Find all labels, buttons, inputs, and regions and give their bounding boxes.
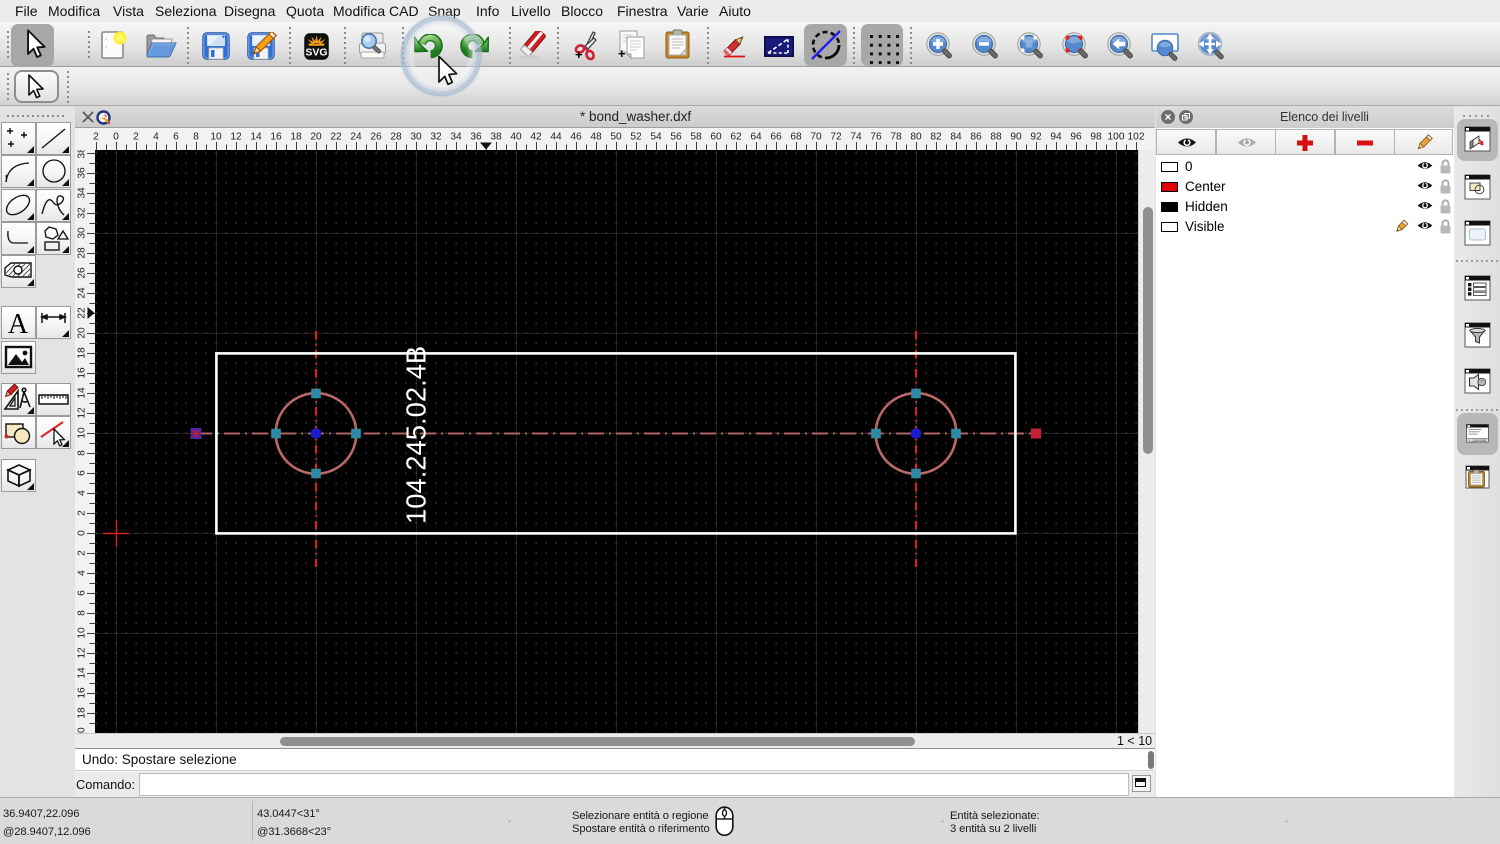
svg-text:2: 2 — [77, 510, 88, 516]
svg-text:32: 32 — [430, 132, 442, 143]
svg-text:56: 56 — [670, 132, 682, 143]
svg-text:84: 84 — [950, 132, 962, 143]
svg-text:2: 2 — [133, 132, 139, 143]
svg-text:24: 24 — [77, 287, 88, 299]
svg-text:16: 16 — [77, 367, 88, 379]
svg-text:26: 26 — [370, 132, 382, 143]
svg-text:22: 22 — [77, 307, 88, 319]
svg-text:30: 30 — [77, 227, 88, 239]
svg-text:30: 30 — [410, 132, 422, 143]
svg-text:34: 34 — [450, 132, 462, 143]
svg-text:100: 100 — [1108, 132, 1125, 143]
svg-text:90: 90 — [1010, 132, 1022, 143]
svg-text:72: 72 — [830, 132, 842, 143]
svg-text:24: 24 — [350, 132, 362, 143]
svg-text:16: 16 — [270, 132, 282, 143]
svg-text:38: 38 — [490, 132, 502, 143]
svg-text:70: 70 — [810, 132, 822, 143]
svg-text:6: 6 — [173, 132, 179, 143]
svg-text:22: 22 — [330, 132, 342, 143]
svg-text:32: 32 — [77, 207, 88, 219]
svg-text:12: 12 — [230, 132, 242, 143]
svg-text:28: 28 — [390, 132, 402, 143]
svg-text:8: 8 — [77, 610, 88, 616]
svg-text:4: 4 — [77, 490, 88, 496]
svg-text:18: 18 — [290, 132, 302, 143]
svg-text:SVG: SVG — [305, 47, 327, 59]
svg-text:36: 36 — [470, 132, 482, 143]
svg-text:54: 54 — [650, 132, 662, 143]
svg-text:98: 98 — [1090, 132, 1102, 143]
svg-text:40: 40 — [510, 132, 522, 143]
svg-text:60: 60 — [710, 132, 722, 143]
svg-text:46: 46 — [570, 132, 582, 143]
svg-text:64: 64 — [750, 132, 762, 143]
svg-text:14: 14 — [77, 667, 88, 679]
svg-text:88: 88 — [990, 132, 1002, 143]
svg-text:4: 4 — [153, 132, 159, 143]
svg-text:50: 50 — [610, 132, 622, 143]
svg-text:0: 0 — [77, 530, 88, 536]
svg-text:66: 66 — [770, 132, 782, 143]
svg-text:104.245.02.4B: 104.245.02.4B — [401, 346, 432, 524]
svg-text:26: 26 — [77, 267, 88, 279]
svg-text:52: 52 — [630, 132, 642, 143]
svg-text:80: 80 — [910, 132, 922, 143]
svg-text:12: 12 — [77, 647, 88, 659]
svg-text:+: + — [618, 46, 626, 61]
svg-text:92: 92 — [1030, 132, 1042, 143]
svg-text:36: 36 — [77, 167, 88, 179]
svg-text:86: 86 — [970, 132, 982, 143]
svg-text:58: 58 — [690, 132, 702, 143]
svg-text:44: 44 — [550, 132, 562, 143]
svg-text:28: 28 — [77, 247, 88, 259]
svg-text:2: 2 — [77, 550, 88, 556]
svg-text:12: 12 — [77, 407, 88, 419]
svg-text:82: 82 — [930, 132, 942, 143]
svg-text:18: 18 — [77, 707, 88, 719]
svg-text:6: 6 — [77, 470, 88, 476]
svg-text:38: 38 — [77, 150, 88, 159]
svg-text:10: 10 — [77, 427, 88, 439]
svg-text:18: 18 — [77, 347, 88, 359]
svg-text:34: 34 — [77, 187, 88, 199]
svg-text:14: 14 — [77, 387, 88, 399]
svg-text:62: 62 — [730, 132, 742, 143]
svg-text:20: 20 — [310, 132, 322, 143]
svg-text:20: 20 — [77, 327, 88, 339]
svg-text:10: 10 — [210, 132, 222, 143]
svg-text:96: 96 — [1070, 132, 1082, 143]
svg-text:0: 0 — [113, 132, 119, 143]
svg-text:16: 16 — [77, 687, 88, 699]
svg-text:74: 74 — [850, 132, 862, 143]
svg-text:4: 4 — [77, 570, 88, 576]
svg-text:94: 94 — [1050, 132, 1062, 143]
svg-text:<_command: <_command — [1469, 438, 1487, 442]
svg-text:8: 8 — [193, 132, 199, 143]
svg-text:+: + — [575, 47, 583, 61]
svg-text:42: 42 — [530, 132, 542, 143]
svg-text:14: 14 — [250, 132, 262, 143]
svg-text:78: 78 — [890, 132, 902, 143]
svg-text:10: 10 — [77, 627, 88, 639]
svg-text:6: 6 — [77, 590, 88, 596]
svg-text:8: 8 — [77, 450, 88, 456]
svg-text:48: 48 — [590, 132, 602, 143]
svg-text:102: 102 — [1128, 132, 1145, 143]
svg-text:2: 2 — [93, 132, 99, 143]
svg-text:76: 76 — [870, 132, 882, 143]
svg-text:68: 68 — [790, 132, 802, 143]
svg-text:A: A — [7, 309, 28, 338]
